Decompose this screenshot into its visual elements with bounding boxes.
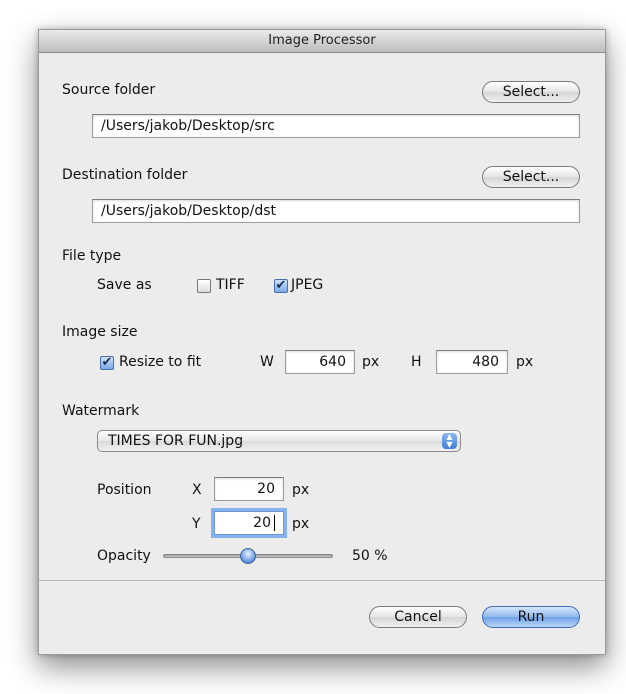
tiff-label: TIFF <box>216 277 245 293</box>
y-label: Y <box>192 516 201 532</box>
width-label: W <box>260 354 274 370</box>
source-path-field[interactable]: /Users/jakob/Desktop/src <box>92 114 580 138</box>
image-processor-dialog: Image Processor Source folder Select... … <box>38 29 606 655</box>
jpeg-label: JPEG <box>291 277 324 293</box>
run-button[interactable]: Run <box>482 606 580 628</box>
checkmark-icon: ✔ <box>101 355 113 370</box>
position-x-field[interactable]: 20 <box>214 477 284 501</box>
source-folder-label: Source folder <box>62 82 156 98</box>
height-unit: px <box>516 354 534 370</box>
watermark-label: Watermark <box>62 403 140 419</box>
width-unit: px <box>362 354 380 370</box>
height-field[interactable]: 480 <box>436 350 508 374</box>
window-title: Image Processor <box>39 30 605 53</box>
file-type-label: File type <box>62 248 122 264</box>
watermark-selected-file: TIMES FOR FUN.jpg <box>108 433 244 449</box>
opacity-label: Opacity <box>97 548 151 564</box>
destination-select-button[interactable]: Select... <box>482 166 580 188</box>
x-unit: px <box>292 482 310 498</box>
y-unit: px <box>292 516 310 532</box>
opacity-slider-knob[interactable] <box>240 548 256 564</box>
cancel-button[interactable]: Cancel <box>369 606 467 628</box>
source-select-button[interactable]: Select... <box>482 81 580 103</box>
resize-to-fit-label: Resize to fit <box>119 354 202 370</box>
width-field[interactable]: 640 <box>285 350 355 374</box>
destination-path-field[interactable]: /Users/jakob/Desktop/dst <box>92 199 580 223</box>
height-label: H <box>411 354 422 370</box>
jpeg-checkbox[interactable]: ✔ <box>274 279 288 293</box>
image-size-label: Image size <box>62 324 138 340</box>
destination-folder-label: Destination folder <box>62 167 188 183</box>
save-as-label: Save as <box>97 277 152 293</box>
footer-separator <box>39 580 605 581</box>
x-label: X <box>192 482 202 498</box>
opacity-value: 50 % <box>352 548 388 564</box>
tiff-checkbox[interactable] <box>197 279 211 293</box>
position-label: Position <box>97 482 152 498</box>
resize-to-fit-checkbox[interactable]: ✔ <box>100 356 114 370</box>
up-down-arrows-icon: ▲ ▼ <box>442 433 457 449</box>
watermark-file-popup[interactable]: TIMES FOR FUN.jpg ▲ ▼ <box>97 430 461 452</box>
checkmark-icon: ✔ <box>275 278 287 293</box>
text-caret <box>274 515 275 531</box>
